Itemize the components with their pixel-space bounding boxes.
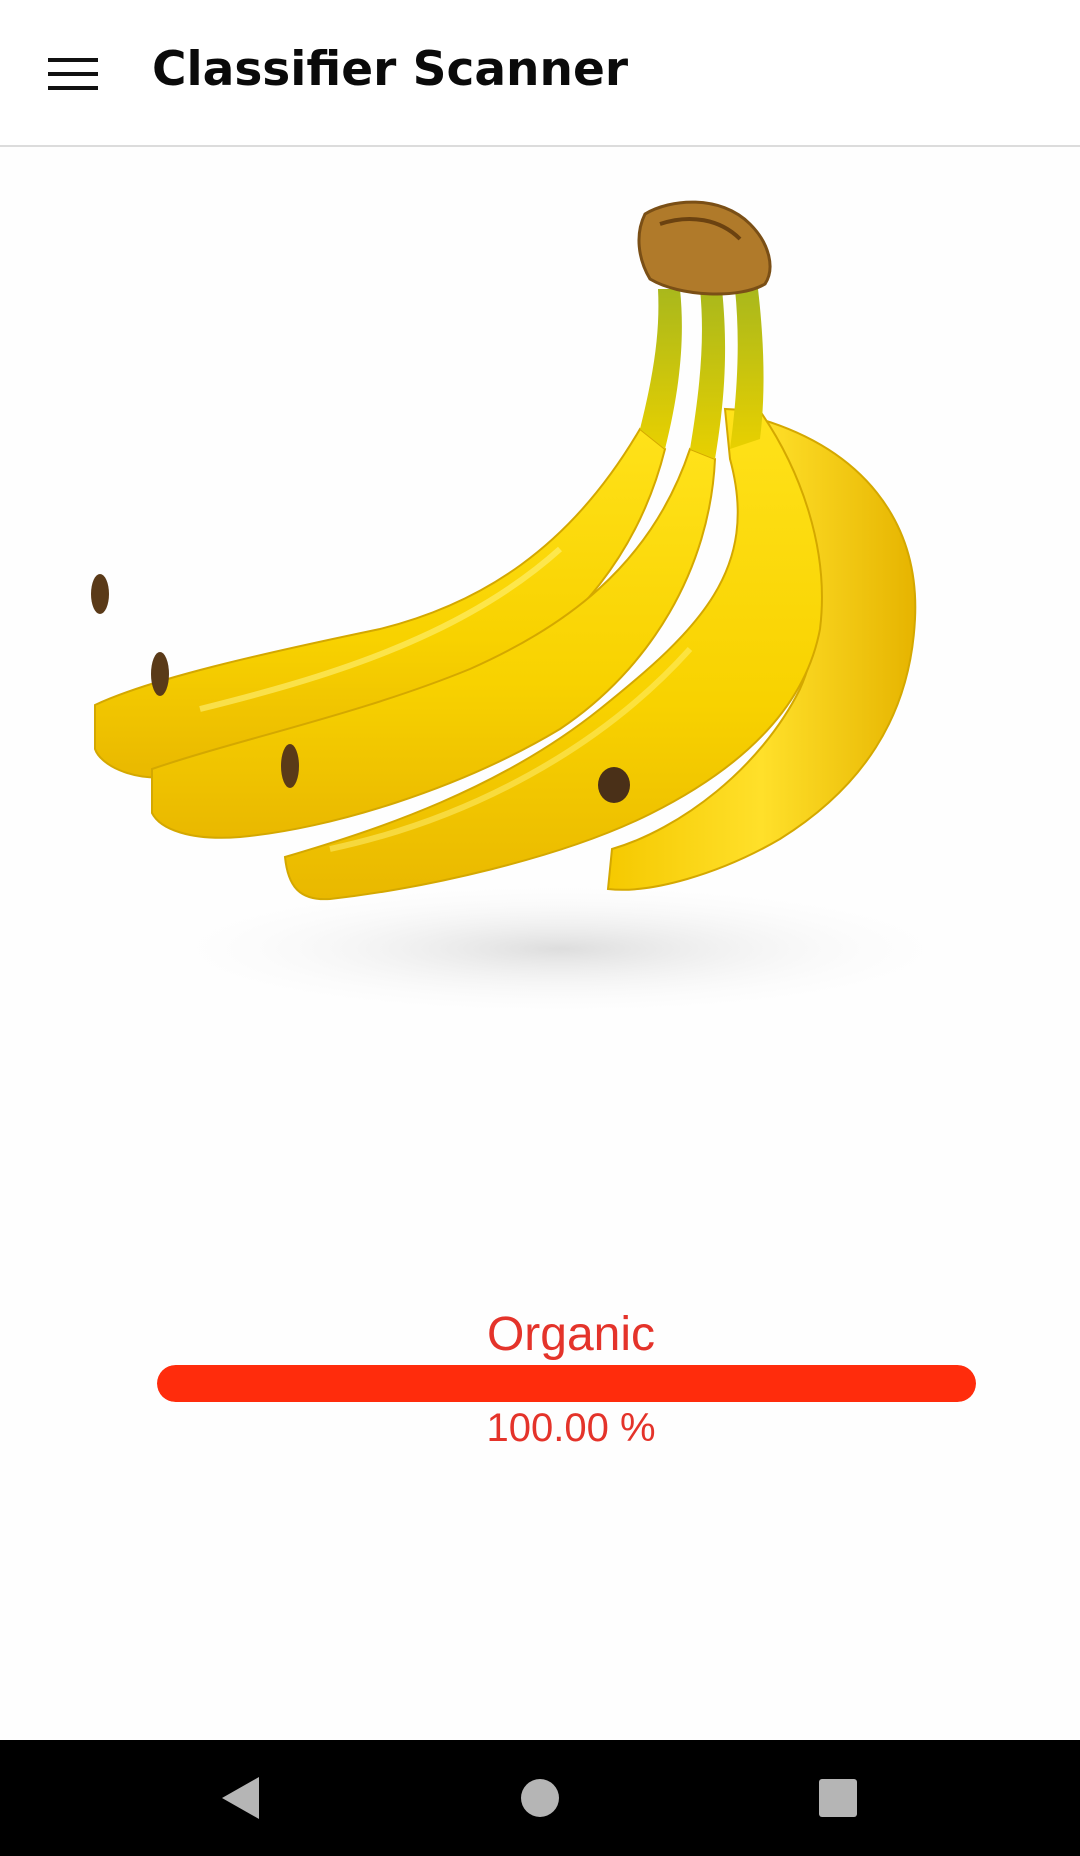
confidence-percent: 100.00 % xyxy=(486,1406,656,1450)
home-button[interactable] xyxy=(500,1758,580,1838)
system-navigation-bar xyxy=(0,1740,1080,1856)
home-circle-icon xyxy=(521,1779,559,1817)
app-screen: Classifier Scanner Organic 100.00 % xyxy=(0,0,1080,1856)
hamburger-menu-icon xyxy=(48,58,98,90)
confidence-bar xyxy=(157,1365,976,1402)
classification-label: Organic xyxy=(486,1308,656,1361)
banana-bunch-image xyxy=(91,200,980,1019)
confidence-bar-fill xyxy=(157,1365,976,1402)
back-button[interactable] xyxy=(200,1758,280,1838)
recents-square-icon xyxy=(819,1779,857,1817)
menu-button[interactable] xyxy=(30,34,116,114)
recents-button[interactable] xyxy=(798,1758,878,1838)
scanned-image xyxy=(0,149,1080,1049)
app-title: Classifier Scanner xyxy=(152,42,629,97)
back-triangle-icon xyxy=(221,1777,259,1819)
app-bar: Classifier Scanner xyxy=(0,0,1080,147)
